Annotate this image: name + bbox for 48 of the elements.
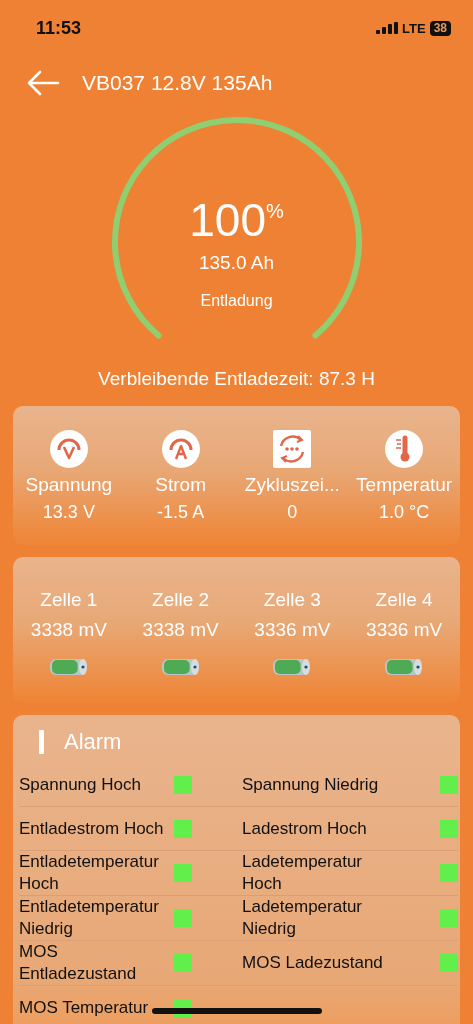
alarm-label: Ladetemperatur Niedrig xyxy=(242,896,364,940)
metric-value: 0 xyxy=(287,502,298,523)
alarm-label: MOS Ladezustand xyxy=(242,952,384,974)
alarm-label: Entladetemperatur Niedrig xyxy=(19,896,160,940)
battery-indicator: 38 xyxy=(429,20,451,36)
metric-label: Zykluszei... xyxy=(244,474,340,496)
alarm-label: Ladestrom Hoch xyxy=(242,817,368,840)
voltmeter-icon xyxy=(49,430,88,468)
cell-voltage: 3338 mV xyxy=(30,619,107,641)
cell-voltage: 3336 mV xyxy=(254,619,331,641)
cell-label: Zelle 1 xyxy=(40,589,98,611)
cell-label: Zelle 4 xyxy=(375,589,433,611)
cell-label: Zelle 2 xyxy=(152,589,210,611)
alarm-label: MOS Temperatur xyxy=(19,996,150,1019)
status-time: 11:53 xyxy=(36,17,82,39)
cell-voltage: 3336 mV xyxy=(366,619,443,641)
alarm-label: MOS Entladezustand xyxy=(19,941,138,985)
back-icon[interactable] xyxy=(26,70,60,96)
cycle-icon xyxy=(273,430,312,468)
section-marker xyxy=(39,730,44,754)
metric-label: Strom xyxy=(155,474,206,496)
metric-label: Temperatur xyxy=(356,474,453,496)
battery-icon xyxy=(272,657,313,677)
alarm-label: Entladetemperatur Hoch xyxy=(19,851,160,895)
ammeter-icon xyxy=(161,430,200,468)
network-label: LTE xyxy=(402,20,426,36)
percent-unit: % xyxy=(265,200,284,222)
alarm-label: Spannung Hoch xyxy=(19,773,142,796)
metric-value: 1.0 °C xyxy=(379,502,430,523)
thermometer-icon xyxy=(385,430,424,468)
cell-voltage: 3338 mV xyxy=(142,619,219,641)
alarm-label: Spannung Niedrig xyxy=(242,773,380,796)
alarm-label: Ladetemperatur Hoch xyxy=(242,851,364,895)
battery-icon xyxy=(160,657,201,677)
charge-percent: 100 xyxy=(189,194,266,246)
metric-value: 13.3 V xyxy=(42,502,95,523)
remaining-time: Verbleibende Entladezeit: 87.3 H xyxy=(97,368,376,390)
metric-value: -1.5 A xyxy=(157,502,205,523)
capacity-value: 135.0 Ah xyxy=(199,252,274,274)
battery-icon xyxy=(384,657,425,677)
metric-label: Spannung xyxy=(25,474,113,496)
page-title: VB037 12.8V 135Ah xyxy=(82,71,273,95)
cell-label: Zelle 3 xyxy=(263,589,321,611)
mode-label: Entladung xyxy=(200,292,273,310)
signal-icon xyxy=(376,22,399,34)
alarm-label: Entladestrom Hoch xyxy=(19,817,165,840)
battery-icon xyxy=(48,657,89,677)
alarm-title: Alarm xyxy=(64,729,122,755)
